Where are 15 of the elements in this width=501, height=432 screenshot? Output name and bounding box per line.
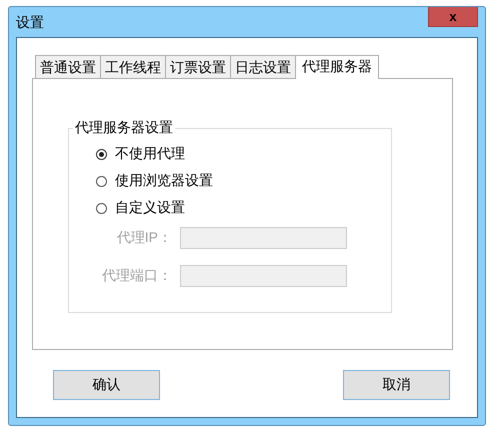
tab[interactable]: 日志设置 bbox=[230, 55, 296, 78]
group-title: 代理服务器设置 bbox=[74, 119, 174, 137]
dialog-button[interactable]: 确认 bbox=[53, 370, 160, 400]
tab[interactable]: 订票设置 bbox=[165, 55, 231, 78]
tab[interactable]: 普通设置 bbox=[35, 55, 101, 78]
tab[interactable]: 代理服务器 bbox=[295, 55, 379, 79]
tab[interactable]: 工作线程 bbox=[100, 55, 166, 78]
radio-option[interactable]: 自定义设置 bbox=[96, 199, 391, 217]
radio-option[interactable]: 不使用代理 bbox=[96, 145, 391, 163]
radio-option[interactable]: 使用浏览器设置 bbox=[96, 172, 391, 190]
dialog-button[interactable]: 取消 bbox=[343, 370, 450, 400]
window-title: 设置 bbox=[16, 14, 44, 32]
field-label: 代理IP： bbox=[116, 229, 173, 247]
field-label: 代理端口： bbox=[101, 267, 173, 285]
close-button[interactable]: x bbox=[428, 7, 478, 27]
